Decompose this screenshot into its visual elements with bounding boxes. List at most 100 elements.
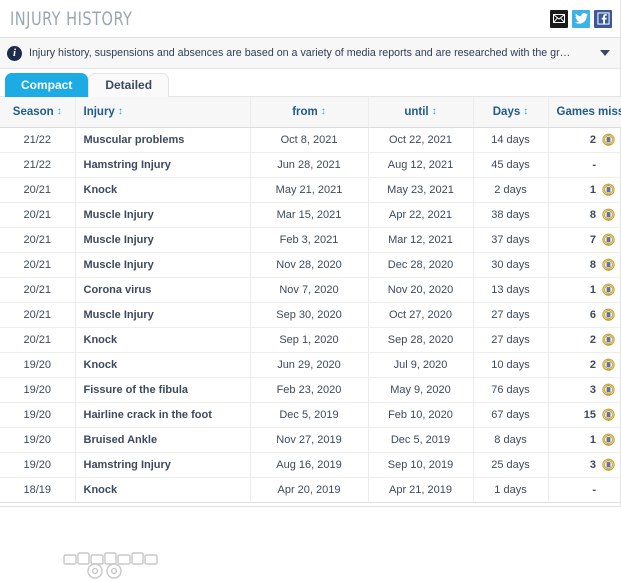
- column-header-days[interactable]: Days↕: [473, 97, 548, 127]
- info-disclaimer-bar[interactable]: i Injury history, suspensions and absenc…: [0, 38, 620, 69]
- games-missed-group: 1: [557, 278, 616, 302]
- share-icons: [550, 10, 612, 28]
- cell-until: Oct 22, 2021: [368, 127, 473, 152]
- table-row[interactable]: 19/20Hairline crack in the footDec 5, 20…: [0, 402, 621, 427]
- club-crest-icon: [602, 408, 615, 422]
- cell-until: Sep 28, 2020: [368, 327, 473, 352]
- table-row[interactable]: 19/20Hamstring InjuryAug 16, 2019Sep 10,…: [0, 452, 621, 477]
- cell-from: Jun 29, 2020: [250, 352, 368, 377]
- cell-days: 8 days: [473, 427, 548, 452]
- chevron-down-icon[interactable]: [600, 50, 610, 56]
- column-header-games-missed[interactable]: Games missed↕: [548, 97, 621, 127]
- page-title: INJURY HISTORY: [10, 8, 132, 30]
- share-facebook-button[interactable]: [594, 10, 612, 28]
- column-header-games-missed-label: Games missed: [557, 106, 621, 118]
- column-header-season[interactable]: Season↕: [0, 97, 75, 127]
- club-crest-icon: [602, 308, 615, 322]
- cell-until: Oct 27, 2020: [368, 302, 473, 327]
- cell-until: Sep 10, 2019: [368, 452, 473, 477]
- sort-icon[interactable]: ↕: [118, 106, 123, 117]
- column-header-from[interactable]: from↕: [250, 97, 368, 127]
- cell-from: Sep 30, 2020: [250, 302, 368, 327]
- cell-from: Sep 1, 2020: [250, 327, 368, 352]
- club-crest-icon: [602, 383, 615, 397]
- cell-injury: Muscle Injury: [75, 227, 250, 252]
- cell-season: 20/21: [0, 277, 75, 302]
- cell-from: Oct 8, 2021: [250, 127, 368, 152]
- games-missed-value: -: [586, 159, 596, 171]
- sort-icon[interactable]: ↕: [523, 106, 528, 117]
- cell-days: 1 days: [473, 477, 548, 502]
- cell-games-missed: 1: [548, 177, 621, 202]
- share-twitter-button[interactable]: [572, 10, 590, 28]
- cell-days: 27 days: [473, 327, 548, 352]
- cell-injury: Knock: [75, 327, 250, 352]
- cell-season: 20/21: [0, 202, 75, 227]
- cell-days: 14 days: [473, 127, 548, 152]
- table-row[interactable]: 19/20Fissure of the fibulaFeb 23, 2020Ma…: [0, 377, 621, 402]
- table-row[interactable]: 21/22Hamstring InjuryJun 28, 2021Aug 12,…: [0, 152, 621, 177]
- tab-compact[interactable]: Compact: [5, 73, 88, 97]
- games-missed-value: 15: [584, 409, 596, 421]
- club-crest-icon: [602, 283, 615, 297]
- cell-games-missed: 2: [548, 352, 621, 377]
- table-body: 21/22Muscular problemsOct 8, 2021Oct 22,…: [0, 127, 621, 502]
- table-row[interactable]: 21/22Muscular problemsOct 8, 2021Oct 22,…: [0, 127, 621, 152]
- cell-days: 10 days: [473, 352, 548, 377]
- facebook-icon: [597, 12, 610, 25]
- games-missed-group: 8: [557, 253, 616, 277]
- table-row[interactable]: 18/19KnockApr 20, 2019Apr 21, 20191 days…: [0, 477, 621, 502]
- injury-history-widget: INJURY HISTORY: [0, 0, 621, 507]
- table-row[interactable]: 20/21Muscle InjurySep 30, 2020Oct 27, 20…: [0, 302, 621, 327]
- cell-season: 19/20: [0, 427, 75, 452]
- table-row[interactable]: 20/21Muscle InjuryNov 28, 2020Dec 28, 20…: [0, 252, 621, 277]
- sort-icon[interactable]: ↕: [432, 106, 437, 117]
- games-missed-group: 2: [557, 353, 616, 377]
- cell-injury: Knock: [75, 352, 250, 377]
- games-missed-group: 7: [557, 228, 616, 252]
- games-missed-group: -: [557, 478, 616, 502]
- share-mail-button[interactable]: [550, 10, 568, 28]
- cell-until: Nov 20, 2020: [368, 277, 473, 302]
- table-row[interactable]: 20/21Muscle InjuryMar 15, 2021Apr 22, 20…: [0, 202, 621, 227]
- cell-games-missed: 15: [548, 402, 621, 427]
- info-icon: i: [7, 46, 22, 61]
- cell-season: 20/21: [0, 227, 75, 252]
- cell-days: 27 days: [473, 302, 548, 327]
- table-row[interactable]: 20/21Muscle InjuryFeb 3, 2021Mar 12, 202…: [0, 227, 621, 252]
- column-header-from-label: from: [292, 106, 318, 118]
- cell-from: Feb 3, 2021: [250, 227, 368, 252]
- cell-games-missed: 3: [548, 377, 621, 402]
- games-missed-value: 8: [586, 259, 596, 271]
- games-missed-group: 1: [557, 428, 616, 452]
- cell-from: Nov 7, 2020: [250, 277, 368, 302]
- column-header-until[interactable]: until↕: [368, 97, 473, 127]
- games-missed-group: 15: [557, 403, 616, 427]
- table-row[interactable]: 20/21KnockSep 1, 2020Sep 28, 202027 days…: [0, 327, 621, 352]
- tab-detailed[interactable]: Detailed: [88, 73, 169, 97]
- sort-icon[interactable]: ↕: [57, 106, 62, 117]
- games-missed-group: 3: [557, 453, 616, 477]
- cell-season: 20/21: [0, 327, 75, 352]
- cell-from: Jun 28, 2021: [250, 152, 368, 177]
- table-row[interactable]: 20/21KnockMay 21, 2021May 23, 20212 days…: [0, 177, 621, 202]
- cell-games-missed: -: [548, 152, 621, 177]
- table-row[interactable]: 19/20KnockJun 29, 2020Jul 9, 202010 days…: [0, 352, 621, 377]
- cell-games-missed: 2: [548, 127, 621, 152]
- cell-games-missed: 8: [548, 202, 621, 227]
- cell-season: 19/20: [0, 452, 75, 477]
- club-crest-placeholder: [602, 158, 615, 172]
- cell-injury: Muscular problems: [75, 127, 250, 152]
- cell-injury: Muscle Injury: [75, 302, 250, 327]
- column-header-injury[interactable]: Injury↕: [75, 97, 250, 127]
- cell-injury: Knock: [75, 177, 250, 202]
- table-row[interactable]: 19/20Bruised AnkleNov 27, 2019Dec 5, 201…: [0, 427, 621, 452]
- sort-icon[interactable]: ↕: [321, 106, 326, 117]
- games-missed-value: 1: [586, 284, 596, 296]
- club-crest-icon: [602, 133, 615, 147]
- games-missed-group: 3: [557, 378, 616, 402]
- table-row[interactable]: 20/21Corona virusNov 7, 2020Nov 20, 2020…: [0, 277, 621, 302]
- games-missed-group: 1: [557, 178, 616, 202]
- cell-from: Mar 15, 2021: [250, 202, 368, 227]
- club-crest-icon: [602, 233, 615, 247]
